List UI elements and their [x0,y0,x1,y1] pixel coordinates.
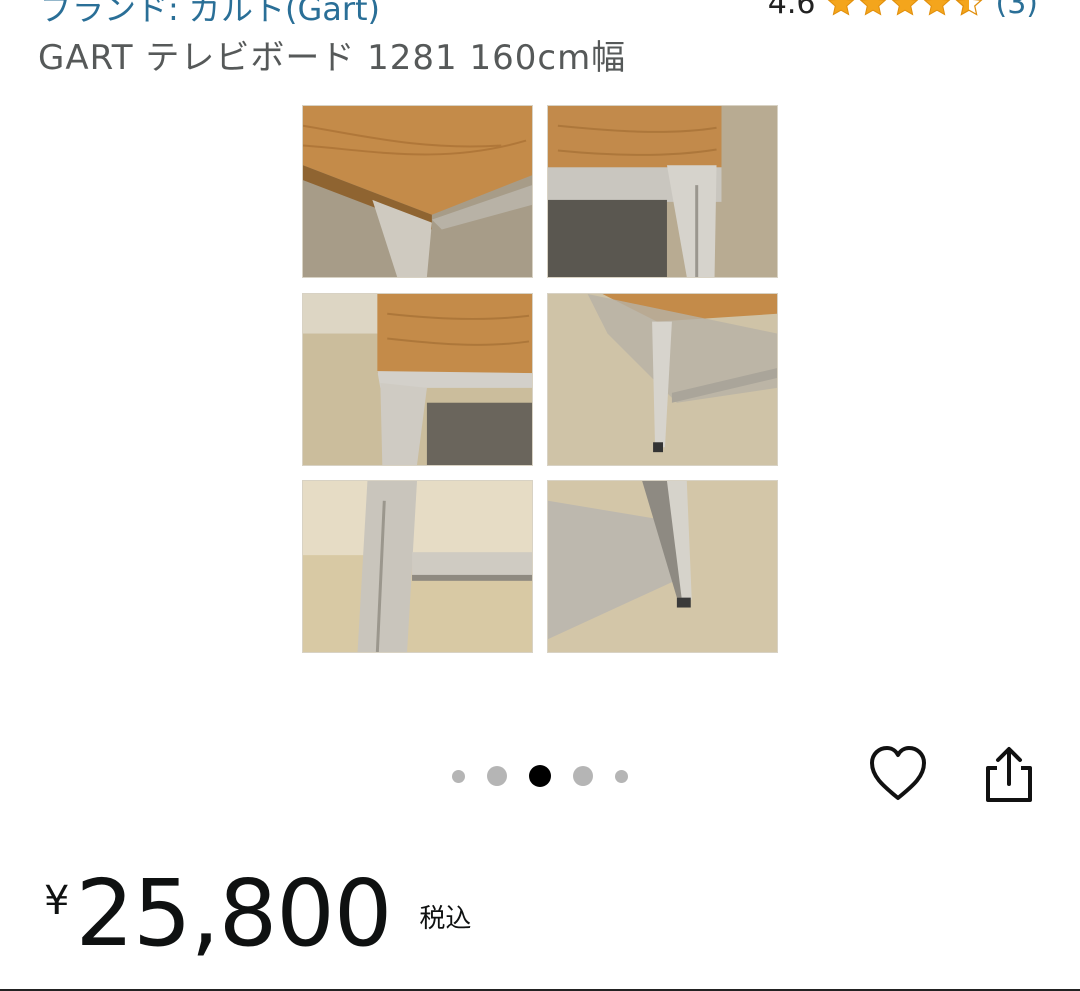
carousel-dot[interactable] [615,769,628,783]
price-amount: 25,800 [75,860,392,967]
carousel-dot[interactable] [487,766,507,786]
star-icon [827,0,854,15]
star-icon [891,0,918,15]
price-display: ¥ 25,800 税込 [44,868,471,960]
rating-score: 4.6 [767,0,816,21]
brand-link[interactable]: ブランド: ガルト(Gart) [40,0,380,30]
star-rating [826,0,984,19]
gallery-image-steel-leg-closeup[interactable] [547,105,778,278]
gallery-image-shelf-leg-angle[interactable] [547,293,778,466]
share-icon [986,747,1032,802]
gallery-image-leg-side-view[interactable] [302,293,533,466]
gallery-image-wood-top-corner[interactable] [302,105,533,278]
half-star-icon [955,0,982,16]
share-button[interactable] [980,744,1038,806]
star-icon [859,0,886,15]
product-image-gallery[interactable] [302,105,779,654]
gallery-image-leg-crossbar-detail[interactable] [302,480,533,653]
carousel-dot[interactable] [452,769,465,783]
gallery-image-bottom-shelf-foot[interactable] [547,480,778,653]
rating-summary[interactable]: 4.6 (3) [768,0,1038,21]
star-icon [923,0,950,15]
carousel-dot-active[interactable] [529,765,551,787]
favorite-button[interactable] [866,742,930,806]
product-title: GART テレビボード 1281 160cm幅 [38,38,627,78]
price-currency: ¥ [44,878,70,924]
rating-count[interactable]: (3) [996,0,1039,21]
carousel-dot[interactable] [573,766,593,786]
heart-icon [870,746,926,800]
tax-included-label: 税込 [419,904,472,934]
